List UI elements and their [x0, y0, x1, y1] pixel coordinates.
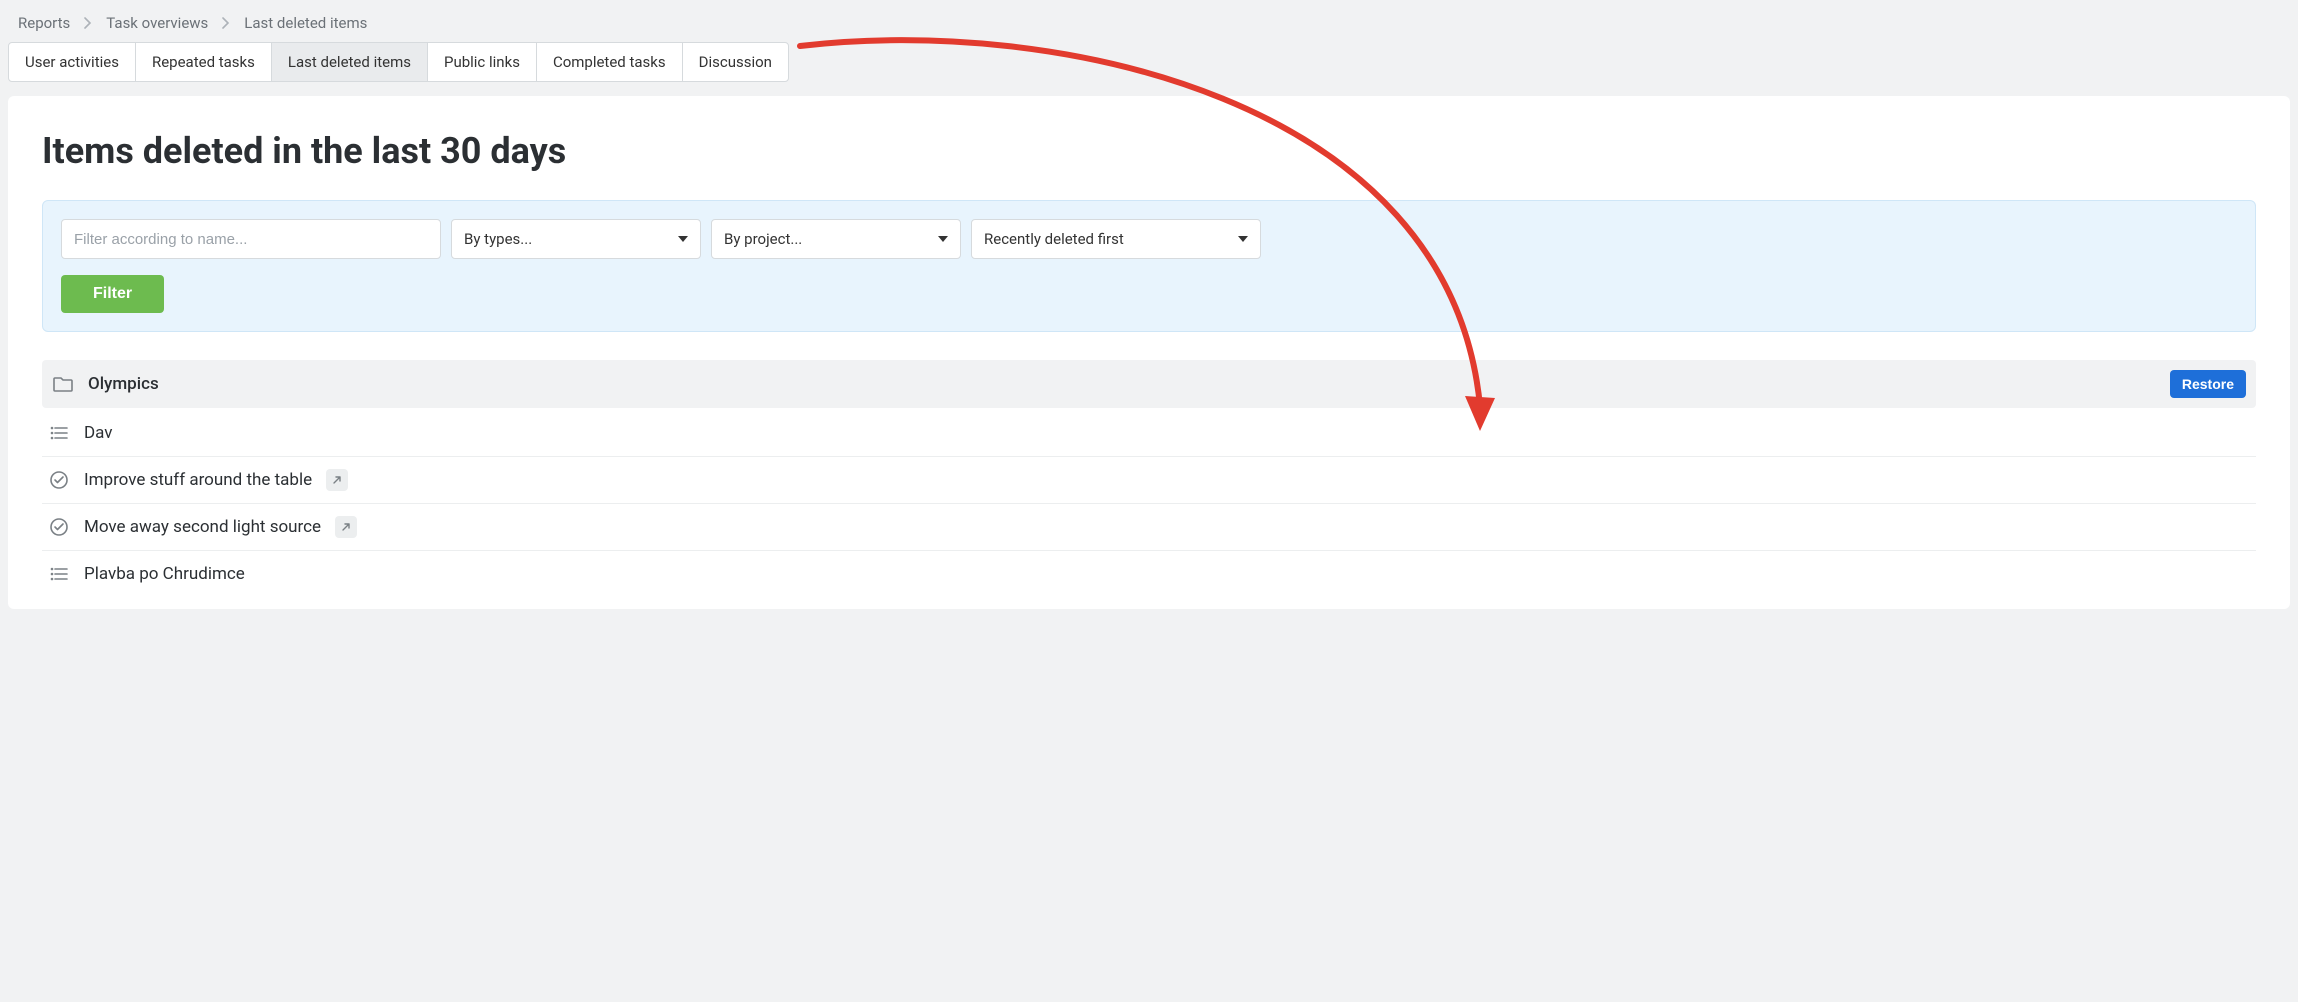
restore-button[interactable]: Restore	[2170, 370, 2246, 398]
caret-down-icon	[938, 236, 948, 242]
item-name: Improve stuff around the table	[84, 470, 312, 490]
breadcrumb-reports[interactable]: Reports	[18, 14, 70, 32]
filter-project-select[interactable]: By project...	[711, 219, 961, 259]
deleted-items-list: Olympics Restore Dav Improve stuff aroun…	[42, 360, 2256, 597]
filter-sort-select[interactable]: Recently deleted first	[971, 219, 1261, 259]
tab-repeated-tasks[interactable]: Repeated tasks	[135, 42, 272, 82]
tab-public-links[interactable]: Public links	[427, 42, 537, 82]
list-item[interactable]: Move away second light source	[42, 504, 2256, 551]
list-item[interactable]: Olympics Restore	[42, 360, 2256, 408]
caret-down-icon	[678, 236, 688, 242]
list-item[interactable]: Dav	[42, 410, 2256, 457]
tab-completed-tasks[interactable]: Completed tasks	[536, 42, 683, 82]
page-title: Items deleted in the last 30 days	[42, 130, 2256, 172]
filter-button[interactable]: Filter	[61, 275, 164, 313]
list-icon	[48, 563, 70, 585]
filter-types-select[interactable]: By types...	[451, 219, 701, 259]
list-item[interactable]: Improve stuff around the table	[42, 457, 2256, 504]
tab-discussion[interactable]: Discussion	[682, 42, 789, 82]
filter-name-input[interactable]	[61, 219, 441, 259]
folder-icon	[52, 373, 74, 395]
caret-down-icon	[1238, 236, 1248, 242]
main-card: Items deleted in the last 30 days By typ…	[8, 96, 2290, 609]
breadcrumb: Reports Task overviews Last deleted item…	[0, 0, 2298, 42]
chevron-right-icon	[222, 17, 230, 29]
breadcrumb-task-overviews[interactable]: Task overviews	[106, 14, 208, 32]
item-name: Dav	[84, 423, 113, 443]
list-item[interactable]: Plavba po Chrudimce	[42, 551, 2256, 597]
tab-user-activities[interactable]: User activities	[8, 42, 136, 82]
check-circle-icon	[48, 516, 70, 538]
external-link-icon[interactable]	[335, 516, 357, 538]
item-name: Olympics	[88, 374, 159, 394]
item-name: Move away second light source	[84, 517, 321, 537]
tab-last-deleted-items[interactable]: Last deleted items	[271, 42, 428, 82]
filter-panel: By types... By project... Recently delet…	[42, 200, 2256, 332]
filter-project-label: By project...	[724, 230, 802, 248]
tab-row: User activities Repeated tasks Last dele…	[0, 42, 2298, 96]
external-link-icon[interactable]	[326, 469, 348, 491]
check-circle-icon	[48, 469, 70, 491]
filter-sort-label: Recently deleted first	[984, 230, 1124, 248]
filter-types-label: By types...	[464, 230, 532, 248]
item-name: Plavba po Chrudimce	[84, 564, 245, 584]
breadcrumb-current: Last deleted items	[244, 14, 367, 32]
list-icon	[48, 422, 70, 444]
chevron-right-icon	[84, 17, 92, 29]
